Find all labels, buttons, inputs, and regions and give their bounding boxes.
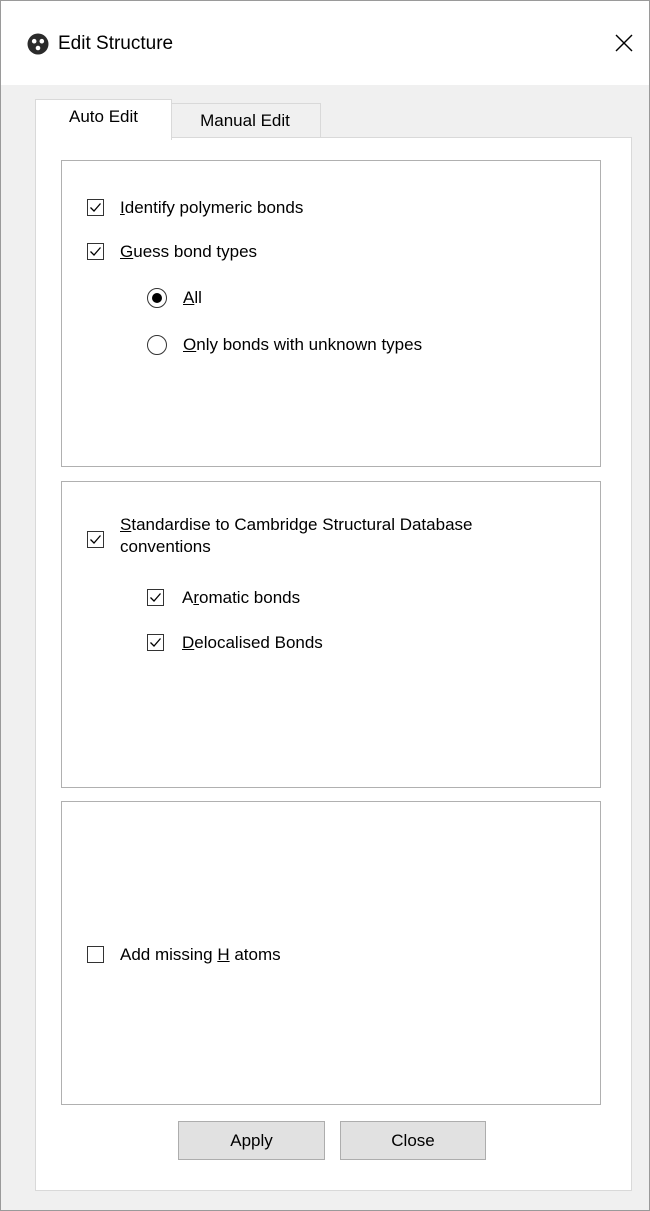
edit-structure-dialog: Edit Structure Auto Edit Manual Edit Ide…	[0, 0, 650, 1211]
apply-button[interactable]: Apply	[178, 1121, 325, 1160]
radio-circle	[147, 288, 167, 308]
guess-bond-types-label: Guess bond types	[120, 242, 258, 261]
add-missing-h-atoms-label: Add missing H atoms	[120, 945, 281, 964]
tab-manual-edit[interactable]: Manual Edit	[170, 103, 321, 139]
radio-only-unknown-label: Only bonds with unknown types	[183, 335, 423, 354]
tab-auto-edit[interactable]: Auto Edit	[35, 99, 172, 140]
title-bar: Edit Structure	[1, 1, 649, 85]
delocalised-bonds-label: Delocalised Bonds	[182, 633, 323, 652]
close-button[interactable]: Close	[340, 1121, 486, 1160]
radio-all-label: All	[183, 288, 202, 307]
checkbox-box	[147, 634, 164, 651]
checkbox-box	[87, 199, 104, 216]
window-title: Edit Structure	[58, 33, 174, 54]
identify-polymeric-bonds-label: Identify polymeric bonds	[120, 198, 304, 217]
aromatic-bonds-label: Aromatic bonds	[182, 588, 301, 607]
cambridge-logo-icon	[27, 33, 49, 55]
standardise-csd-label: Standardise to Cambridge Structural Data…	[120, 515, 473, 556]
checkbox-box	[87, 243, 104, 260]
close-icon[interactable]	[613, 32, 635, 54]
checkbox-box	[147, 589, 164, 606]
checkbox-box	[87, 946, 104, 963]
checkbox-box	[87, 531, 104, 548]
radio-circle	[147, 335, 167, 355]
